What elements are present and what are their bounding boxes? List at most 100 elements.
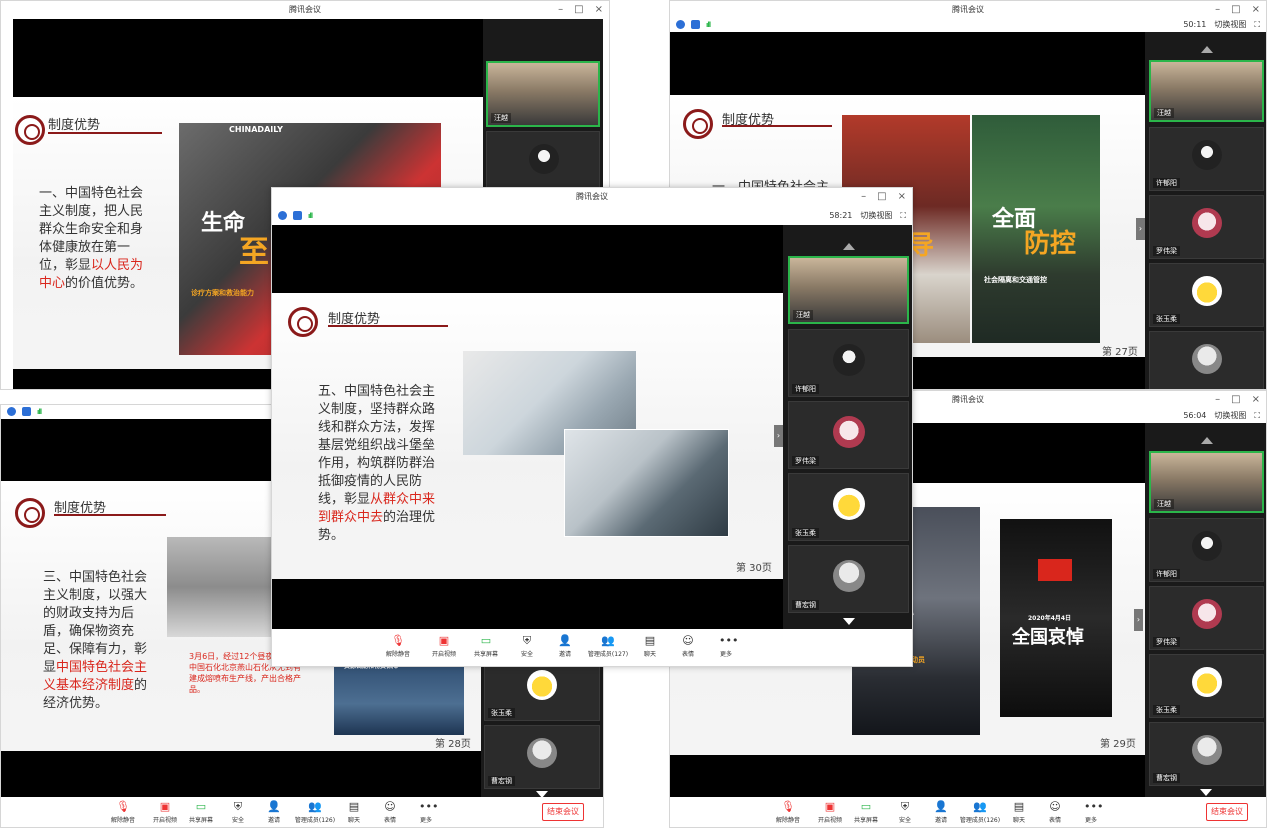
meeting-toolbar: 🎙 解除静音 ▣ 开启视频 ▭ 共享屏幕 ⛨ 安全 👤 邀请 👥 管理成员(126) ▤ 聊天… (1, 797, 603, 827)
participant-tile[interactable]: 汪越 (1149, 451, 1264, 513)
switch-view-button[interactable]: 切换视图 (1214, 19, 1246, 30)
maximize-icon[interactable]: □ (574, 1, 583, 19)
end-meeting-button[interactable]: 结束会议 (1206, 803, 1248, 821)
participant-tile[interactable]: 罗伟梁 (1149, 586, 1264, 650)
page-number: 第 29页 (1100, 739, 1136, 750)
avatar (1192, 531, 1222, 561)
minimize-icon[interactable]: – (1215, 1, 1220, 19)
manage-members-button[interactable]: 👥 管理成员(126) (958, 801, 1002, 825)
close-icon[interactable]: × (898, 188, 906, 206)
slide-body: 三、中国特色社会主义制度，以强大的财政支持为后盾，确保物资充足、保障有力，彰显中… (43, 570, 148, 711)
participant-tile[interactable]: 罗伟梁 (1149, 195, 1264, 259)
participant-tile[interactable]: 许郁阳 (1149, 518, 1264, 582)
close-icon[interactable]: × (1252, 391, 1260, 409)
info-icon[interactable] (676, 20, 685, 29)
unmute-button[interactable]: 🎙 解除静音 (380, 635, 416, 659)
more-button[interactable]: ••• 更多 (712, 635, 740, 659)
start-video-button[interactable]: ▣ 开启视频 (812, 801, 848, 825)
scroll-down-icon[interactable] (1200, 789, 1212, 796)
fullscreen-icon[interactable]: ⛶ (1254, 20, 1260, 30)
signal-icon: ıll (706, 20, 711, 29)
participant-tile[interactable]: 汪越 (1149, 60, 1264, 122)
minimize-icon[interactable]: – (558, 1, 563, 19)
shield-icon[interactable] (22, 407, 31, 416)
chat-button[interactable]: ▤ 聊天 (636, 635, 664, 659)
start-video-button[interactable]: ▣ 开启视频 (426, 635, 462, 659)
invite-button[interactable]: 👤 邀请 (550, 635, 580, 659)
page-number: 第 28页 (435, 739, 471, 750)
chat-button[interactable]: ▤ 聊天 (1006, 801, 1032, 825)
window-controls: – □ × (1215, 1, 1260, 19)
participant-tile[interactable]: 罗伟梁 (788, 401, 909, 469)
title-underline (48, 132, 162, 134)
slide-photo: 资源调配和物资保障 (334, 657, 464, 735)
participant-tile[interactable]: 许郁阳 (1149, 127, 1264, 191)
manage-members-button[interactable]: 👥 管理成员(127) (584, 635, 632, 659)
scroll-down-icon[interactable] (843, 618, 855, 625)
participant-tile[interactable]: 许郁阳 (788, 329, 909, 397)
participant-tile[interactable]: 汪越 (486, 61, 600, 127)
participant-tile[interactable]: 张玉柔 (788, 473, 909, 541)
more-button[interactable]: ••• 更多 (413, 801, 439, 825)
security-button[interactable]: ⛨ 安全 (223, 801, 253, 825)
scroll-up-icon[interactable] (1201, 46, 1213, 53)
meeting-toolbar: 🎙 解除静音 ▣ 开启视频 ▭ 共享屏幕 ⛨ 安全 👤 邀请 👥 管理成员(126) ▤ 聊天… (670, 797, 1266, 827)
participant-tile[interactable] (486, 131, 600, 189)
close-icon[interactable]: × (1252, 1, 1260, 19)
share-screen-button[interactable]: ▭ 共享屏幕 (183, 801, 219, 825)
minimize-icon[interactable]: – (861, 188, 866, 206)
emoji-button[interactable]: ☺ 表情 (674, 635, 702, 659)
meeting-window-5: 腾讯会议 – □ × ıll 58:21 切换视图 ⛶ 制度优势 五、中国特色社… (271, 187, 913, 667)
info-icon[interactable] (278, 211, 287, 220)
participant-tile[interactable] (1149, 331, 1264, 389)
participant-tile[interactable]: 曹宏钢 (484, 725, 600, 789)
share-screen-button[interactable]: ▭ 共享屏幕 (848, 801, 884, 825)
scroll-up-icon[interactable] (1201, 437, 1213, 444)
avatar (527, 738, 557, 768)
security-button[interactable]: ⛨ 安全 (512, 635, 542, 659)
unmute-button[interactable]: 🎙 解除静音 (105, 801, 141, 825)
end-meeting-button[interactable]: 结束会议 (542, 803, 584, 821)
panel-collapse-button[interactable]: › (1134, 609, 1143, 631)
panel-collapse-button[interactable]: › (1136, 218, 1145, 240)
invite-button[interactable]: 👤 邀请 (259, 801, 289, 825)
avatar (1192, 276, 1222, 306)
more-button[interactable]: ••• 更多 (1078, 801, 1104, 825)
minimize-icon[interactable]: – (1215, 391, 1220, 409)
emoji-button[interactable]: ☺ 表情 (377, 801, 403, 825)
start-video-button[interactable]: ▣ 开启视频 (147, 801, 183, 825)
switch-view-button[interactable]: 切换视图 (1214, 410, 1246, 421)
participant-tile[interactable]: 张玉柔 (1149, 263, 1264, 327)
pku-logo (15, 498, 45, 528)
avatar (1192, 667, 1222, 697)
window-title: 腾讯会议 (670, 1, 1266, 19)
participant-tile[interactable]: 曹宏钢 (1149, 722, 1264, 786)
scroll-up-icon[interactable] (843, 243, 855, 250)
chat-button[interactable]: ▤ 聊天 (341, 801, 367, 825)
info-icon[interactable] (7, 407, 16, 416)
emoji-button[interactable]: ☺ 表情 (1042, 801, 1068, 825)
manage-members-button[interactable]: 👥 管理成员(126) (293, 801, 337, 825)
participant-tile[interactable]: 曹宏钢 (788, 545, 909, 613)
maximize-icon[interactable]: □ (1231, 1, 1240, 19)
fullscreen-icon[interactable]: ⛶ (900, 211, 906, 221)
shield-icon[interactable] (293, 211, 302, 220)
participant-tile[interactable]: 张玉柔 (1149, 654, 1264, 718)
maximize-icon[interactable]: □ (877, 188, 886, 206)
fullscreen-icon[interactable]: ⛶ (1254, 411, 1260, 421)
security-button[interactable]: ⛨ 安全 (890, 801, 920, 825)
close-icon[interactable]: × (595, 1, 603, 19)
participant-panel: 汪越 许郁阳 罗伟梁 张玉柔 (1145, 32, 1266, 389)
invite-button[interactable]: 👤 邀请 (926, 801, 956, 825)
panel-collapse-button[interactable]: › (774, 425, 783, 447)
shield-icon[interactable] (691, 20, 700, 29)
pku-logo (15, 115, 45, 145)
switch-view-button[interactable]: 切换视图 (860, 210, 892, 221)
participant-tile[interactable]: 汪越 (788, 256, 909, 324)
slide-body: 一、中国特色社会主义制度，把人民群众生命安全和身体健康放在第一位，彰显以人民为中… (39, 186, 144, 291)
unmute-button[interactable]: 🎙 解除静音 (770, 801, 806, 825)
maximize-icon[interactable]: □ (1231, 391, 1240, 409)
slide-photo: 全面 防控 社会隔离和交通管控 (972, 115, 1100, 343)
share-screen-button[interactable]: ▭ 共享屏幕 (468, 635, 504, 659)
window-controls: – □ × (861, 188, 906, 206)
